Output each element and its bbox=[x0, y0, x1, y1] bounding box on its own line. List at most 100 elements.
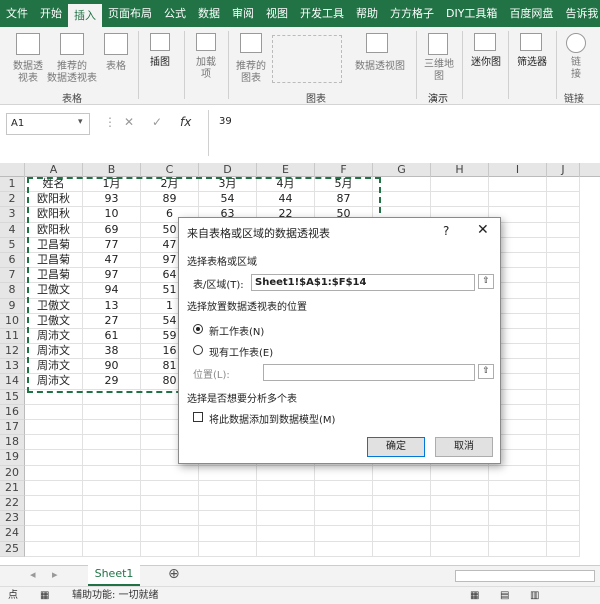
row-header[interactable]: 8 bbox=[0, 283, 25, 299]
column-header-E[interactable]: E bbox=[257, 163, 315, 177]
illustrations-icon[interactable] bbox=[150, 33, 170, 51]
cell[interactable] bbox=[373, 526, 431, 542]
next-sheet-icon[interactable]: ▸ bbox=[52, 568, 58, 581]
cell[interactable] bbox=[199, 495, 257, 512]
cell[interactable] bbox=[547, 526, 580, 542]
existing-worksheet-radio[interactable] bbox=[193, 345, 203, 355]
cell[interactable] bbox=[431, 192, 489, 208]
row-header[interactable]: 16 bbox=[0, 404, 25, 420]
cell[interactable] bbox=[489, 192, 547, 208]
column-header-I[interactable]: I bbox=[489, 163, 547, 177]
new-worksheet-label[interactable]: 新工作表(N) bbox=[209, 323, 264, 338]
illustrations-button[interactable]: 插图 bbox=[144, 57, 176, 69]
cell[interactable] bbox=[257, 480, 315, 496]
cell[interactable] bbox=[257, 541, 315, 557]
pivot-chart-button[interactable]: 数据透视图 bbox=[352, 61, 408, 73]
accessibility-status[interactable]: 辅助功能: 一切就绪 bbox=[72, 587, 159, 604]
help-icon[interactable]: ? bbox=[443, 224, 449, 238]
cell[interactable] bbox=[547, 237, 580, 253]
link-button[interactable]: 链 接 bbox=[562, 57, 590, 81]
page-break-icon[interactable]: ▥ bbox=[530, 587, 539, 604]
column-header-B[interactable]: B bbox=[83, 163, 141, 177]
recommended-charts-button[interactable]: 推荐的 图表 bbox=[232, 61, 270, 85]
tab-1[interactable]: 开始 bbox=[34, 0, 68, 27]
row-header[interactable]: 13 bbox=[0, 359, 25, 375]
tab-6[interactable]: 审阅 bbox=[226, 0, 260, 27]
tab-5[interactable]: 数据 bbox=[192, 0, 226, 27]
tab-3[interactable]: 页面布局 bbox=[102, 0, 158, 27]
cell[interactable] bbox=[83, 404, 141, 420]
row-header[interactable]: 7 bbox=[0, 268, 25, 284]
horizontal-scrollbar[interactable] bbox=[455, 570, 595, 582]
cell[interactable] bbox=[257, 495, 315, 512]
cell[interactable] bbox=[489, 177, 547, 193]
recommended-pivot-button[interactable]: 推荐的 数据透视表 bbox=[46, 61, 98, 85]
new-worksheet-radio[interactable] bbox=[193, 324, 203, 334]
recommended-pivot-icon[interactable] bbox=[60, 33, 84, 55]
cell[interactable] bbox=[25, 450, 83, 466]
data-model-label[interactable]: 将此数据添加到数据模型(M) bbox=[209, 411, 335, 426]
row-header[interactable]: 6 bbox=[0, 252, 25, 269]
row-header[interactable]: 12 bbox=[0, 344, 25, 360]
cell[interactable] bbox=[547, 207, 580, 223]
cell[interactable] bbox=[25, 404, 83, 420]
close-icon[interactable]: ✕ bbox=[477, 222, 489, 238]
row-header[interactable]: 2 bbox=[0, 192, 25, 208]
cell[interactable] bbox=[431, 480, 489, 496]
cell[interactable] bbox=[547, 298, 580, 314]
cell[interactable] bbox=[489, 495, 547, 512]
cell[interactable] bbox=[25, 420, 83, 436]
recommended-charts-icon[interactable] bbox=[240, 33, 262, 53]
sparklines-button[interactable]: 迷你图 bbox=[468, 57, 504, 69]
cell[interactable] bbox=[141, 465, 199, 481]
tab-11[interactable]: DIY工具箱 bbox=[440, 0, 503, 27]
row-header[interactable]: 1 bbox=[0, 177, 25, 193]
cell[interactable] bbox=[547, 252, 580, 269]
pivot-table-button[interactable]: 数据透 视表 bbox=[8, 61, 48, 85]
row-header[interactable]: 4 bbox=[0, 222, 25, 238]
tab-9[interactable]: 帮助 bbox=[350, 0, 384, 27]
cell[interactable] bbox=[547, 420, 580, 436]
cell[interactable] bbox=[199, 480, 257, 496]
tab-8[interactable]: 开发工具 bbox=[294, 0, 350, 27]
row-header[interactable]: 15 bbox=[0, 389, 25, 405]
cell[interactable] bbox=[431, 465, 489, 481]
link-icon[interactable] bbox=[566, 33, 586, 53]
cell[interactable] bbox=[199, 465, 257, 481]
row-header[interactable]: 19 bbox=[0, 450, 25, 466]
cell[interactable] bbox=[489, 526, 547, 542]
select-all-corner[interactable] bbox=[0, 163, 25, 177]
macro-icon[interactable]: ▦ bbox=[40, 587, 49, 604]
slicer-button[interactable]: 筛选器 bbox=[512, 57, 552, 69]
row-header[interactable]: 10 bbox=[0, 313, 25, 329]
cell[interactable] bbox=[547, 374, 580, 390]
column-header-G[interactable]: G bbox=[373, 163, 431, 177]
cancel-button[interactable]: 取消 bbox=[435, 437, 493, 457]
cell[interactable] bbox=[141, 541, 199, 557]
cell[interactable] bbox=[141, 480, 199, 496]
cell[interactable] bbox=[257, 465, 315, 481]
row-header[interactable]: 14 bbox=[0, 374, 25, 390]
addins-button[interactable]: 加载 项 bbox=[190, 57, 222, 81]
cell[interactable] bbox=[547, 480, 580, 496]
location-collapse-icon[interactable]: ⇧ bbox=[478, 364, 494, 379]
tab-10[interactable]: 方方格子 bbox=[384, 0, 440, 27]
row-header[interactable]: 21 bbox=[0, 480, 25, 496]
cell[interactable] bbox=[373, 541, 431, 557]
row-header[interactable]: 25 bbox=[0, 541, 25, 557]
cell[interactable] bbox=[547, 511, 580, 527]
addins-icon[interactable] bbox=[196, 33, 216, 51]
row-header[interactable]: 17 bbox=[0, 420, 25, 436]
cell[interactable] bbox=[257, 526, 315, 542]
column-header-C[interactable]: C bbox=[141, 163, 199, 177]
sheet-tab-sheet1[interactable]: Sheet1 bbox=[88, 565, 140, 586]
cell[interactable] bbox=[547, 268, 580, 284]
cell[interactable] bbox=[547, 344, 580, 360]
cell[interactable] bbox=[547, 222, 580, 238]
cell[interactable] bbox=[373, 465, 431, 481]
row-header[interactable]: 20 bbox=[0, 465, 25, 481]
add-sheet-icon[interactable]: ⊕ bbox=[168, 566, 180, 582]
map-3d-icon[interactable] bbox=[428, 33, 448, 55]
cell[interactable] bbox=[489, 480, 547, 496]
cell[interactable] bbox=[199, 541, 257, 557]
